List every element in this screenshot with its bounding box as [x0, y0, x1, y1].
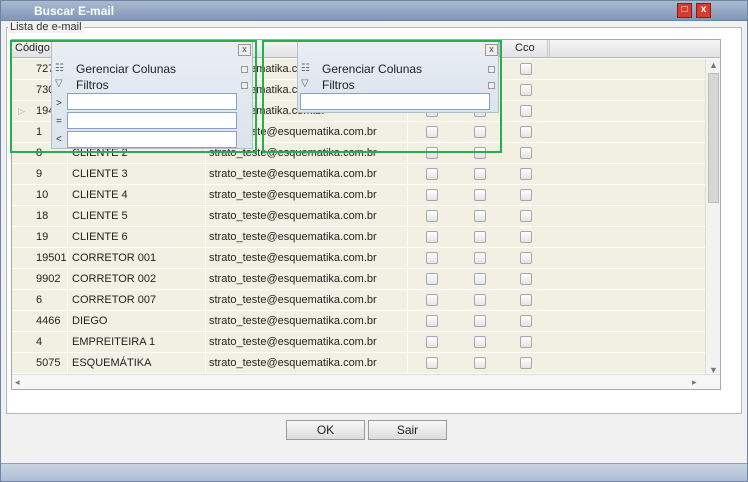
- table-row[interactable]: 9902 CORRETOR 002 strato_teste@esquematika…: [12, 269, 706, 290]
- cco-checkbox[interactable]: [520, 84, 532, 96]
- cc-checkbox[interactable]: [474, 210, 486, 222]
- scroll-up-icon[interactable]: ▲: [709, 60, 718, 70]
- cell-nome: EMPREITEIRA 1: [68, 332, 206, 353]
- table-row[interactable]: 18 CLIENTE 5 strato_teste@esquematika.com.…: [12, 206, 706, 227]
- sair-button[interactable]: Sair: [368, 420, 447, 440]
- para-checkbox[interactable]: [426, 357, 438, 369]
- scroll-right-icon[interactable]: ▸: [692, 377, 697, 388]
- cc-checkbox[interactable]: [474, 252, 486, 264]
- para-checkbox[interactable]: [426, 336, 438, 348]
- column-header-cco[interactable]: Cco: [512, 40, 550, 58]
- para-checkbox[interactable]: [426, 315, 438, 327]
- cco-checkbox[interactable]: [520, 168, 532, 180]
- cco-checkbox[interactable]: [520, 189, 532, 201]
- cco-checkbox[interactable]: [520, 336, 532, 348]
- cell-nome: DIEGO: [68, 311, 206, 332]
- cco-checkbox[interactable]: [520, 252, 532, 264]
- cco-checkbox[interactable]: [520, 105, 532, 117]
- table-row[interactable]: 10 CLIENTE 4 strato_teste@esquematika.com.…: [12, 185, 706, 206]
- cell-nome: CLIENTE 6: [68, 227, 206, 248]
- cco-checkbox[interactable]: [520, 315, 532, 327]
- cell-email: strato_teste@esquematika.com.br: [206, 290, 408, 311]
- scroll-left-icon[interactable]: ◂: [15, 377, 20, 388]
- title-bar: Buscar E-mail □ x: [1, 1, 747, 21]
- cell-codigo: 9902: [12, 269, 68, 290]
- para-checkbox[interactable]: [426, 294, 438, 306]
- cell-nome: CLIENTE 3: [68, 164, 206, 185]
- table-row[interactable]: 5075 ESQUEMÁTIKA strato_teste@esquematika.…: [12, 353, 706, 374]
- cell-nome: CLIENTE 4: [68, 185, 206, 206]
- para-checkbox[interactable]: [426, 168, 438, 180]
- cc-checkbox[interactable]: [474, 294, 486, 306]
- cc-checkbox[interactable]: [474, 336, 486, 348]
- cco-checkbox[interactable]: [520, 126, 532, 138]
- cell-nome: ESQUEMÁTIKA: [68, 353, 206, 374]
- cco-checkbox[interactable]: [520, 231, 532, 243]
- cco-checkbox[interactable]: [520, 63, 532, 75]
- cell-codigo: 6: [12, 290, 68, 311]
- highlight-box-right: [262, 40, 502, 153]
- cc-checkbox[interactable]: [474, 189, 486, 201]
- ok-button[interactable]: OK: [286, 420, 365, 440]
- cell-email: strato_teste@esquematika.com.br: [206, 206, 408, 227]
- para-checkbox[interactable]: [426, 210, 438, 222]
- cco-checkbox[interactable]: [520, 294, 532, 306]
- vertical-scrollbar[interactable]: ▲ ▼: [705, 59, 720, 375]
- cell-codigo: 5075: [12, 353, 68, 374]
- cell-nome: CORRETOR 002: [68, 269, 206, 290]
- window-title: Buscar E-mail: [34, 4, 115, 18]
- table-row[interactable]: 4466 DIEGO strato_teste@esquematika.com.br: [12, 311, 706, 332]
- cell-codigo: 9: [12, 164, 68, 185]
- cell-email: strato_teste@esquematika.com.br: [206, 332, 408, 353]
- cell-email: strato_teste@esquematika.com.br: [206, 185, 408, 206]
- para-checkbox[interactable]: [426, 231, 438, 243]
- cc-checkbox[interactable]: [474, 273, 486, 285]
- cell-codigo: 19501: [12, 248, 68, 269]
- maximize-button[interactable]: □: [677, 3, 692, 18]
- window: Buscar E-mail □ x Lista de e-mail Código…: [0, 0, 748, 482]
- cell-email: strato_teste@esquematika.com.br: [206, 353, 408, 374]
- cco-checkbox[interactable]: [520, 357, 532, 369]
- cell-email: strato_teste@esquematika.com.br: [206, 227, 408, 248]
- horizontal-scrollbar[interactable]: ◂ ▸: [12, 374, 720, 389]
- cell-email: strato_teste@esquematika.com.br: [206, 269, 408, 290]
- cc-checkbox[interactable]: [474, 168, 486, 180]
- cell-nome: CLIENTE 5: [68, 206, 206, 227]
- cell-codigo: 19: [12, 227, 68, 248]
- cell-codigo: 18: [12, 206, 68, 227]
- table-row[interactable]: 9 CLIENTE 3 strato_teste@esquematika.com.b…: [12, 164, 706, 185]
- para-checkbox[interactable]: [426, 189, 438, 201]
- cco-checkbox[interactable]: [520, 273, 532, 285]
- status-bar: [1, 463, 747, 481]
- close-button[interactable]: x: [696, 3, 711, 18]
- cc-checkbox[interactable]: [474, 315, 486, 327]
- table-row[interactable]: 6 CORRETOR 007 strato_teste@esquematika.co…: [12, 290, 706, 311]
- cc-checkbox[interactable]: [474, 357, 486, 369]
- cc-checkbox[interactable]: [474, 231, 486, 243]
- cell-nome: CORRETOR 001: [68, 248, 206, 269]
- cell-email: strato_teste@esquematika.com.br: [206, 248, 408, 269]
- cell-email: strato_teste@esquematika.com.br: [206, 311, 408, 332]
- cell-email: strato_teste@esquematika.com.br: [206, 164, 408, 185]
- cell-codigo: 10: [12, 185, 68, 206]
- para-checkbox[interactable]: [426, 273, 438, 285]
- table-row[interactable]: 4 EMPREITEIRA 1 strato_teste@esquematika.c…: [12, 332, 706, 353]
- scroll-thumb[interactable]: [708, 73, 719, 203]
- fieldset-legend: Lista de e-mail: [8, 21, 84, 33]
- cell-codigo: 4: [12, 332, 68, 353]
- cell-nome: CORRETOR 007: [68, 290, 206, 311]
- cco-checkbox[interactable]: [520, 147, 532, 159]
- highlight-box-left: [10, 40, 257, 153]
- table-row[interactable]: 19501 CORRETOR 001 strato_teste@esquematik…: [12, 248, 706, 269]
- cell-codigo: 4466: [12, 311, 68, 332]
- table-row[interactable]: 19 CLIENTE 6 strato_teste@esquematika.com.…: [12, 227, 706, 248]
- para-checkbox[interactable]: [426, 252, 438, 264]
- cco-checkbox[interactable]: [520, 210, 532, 222]
